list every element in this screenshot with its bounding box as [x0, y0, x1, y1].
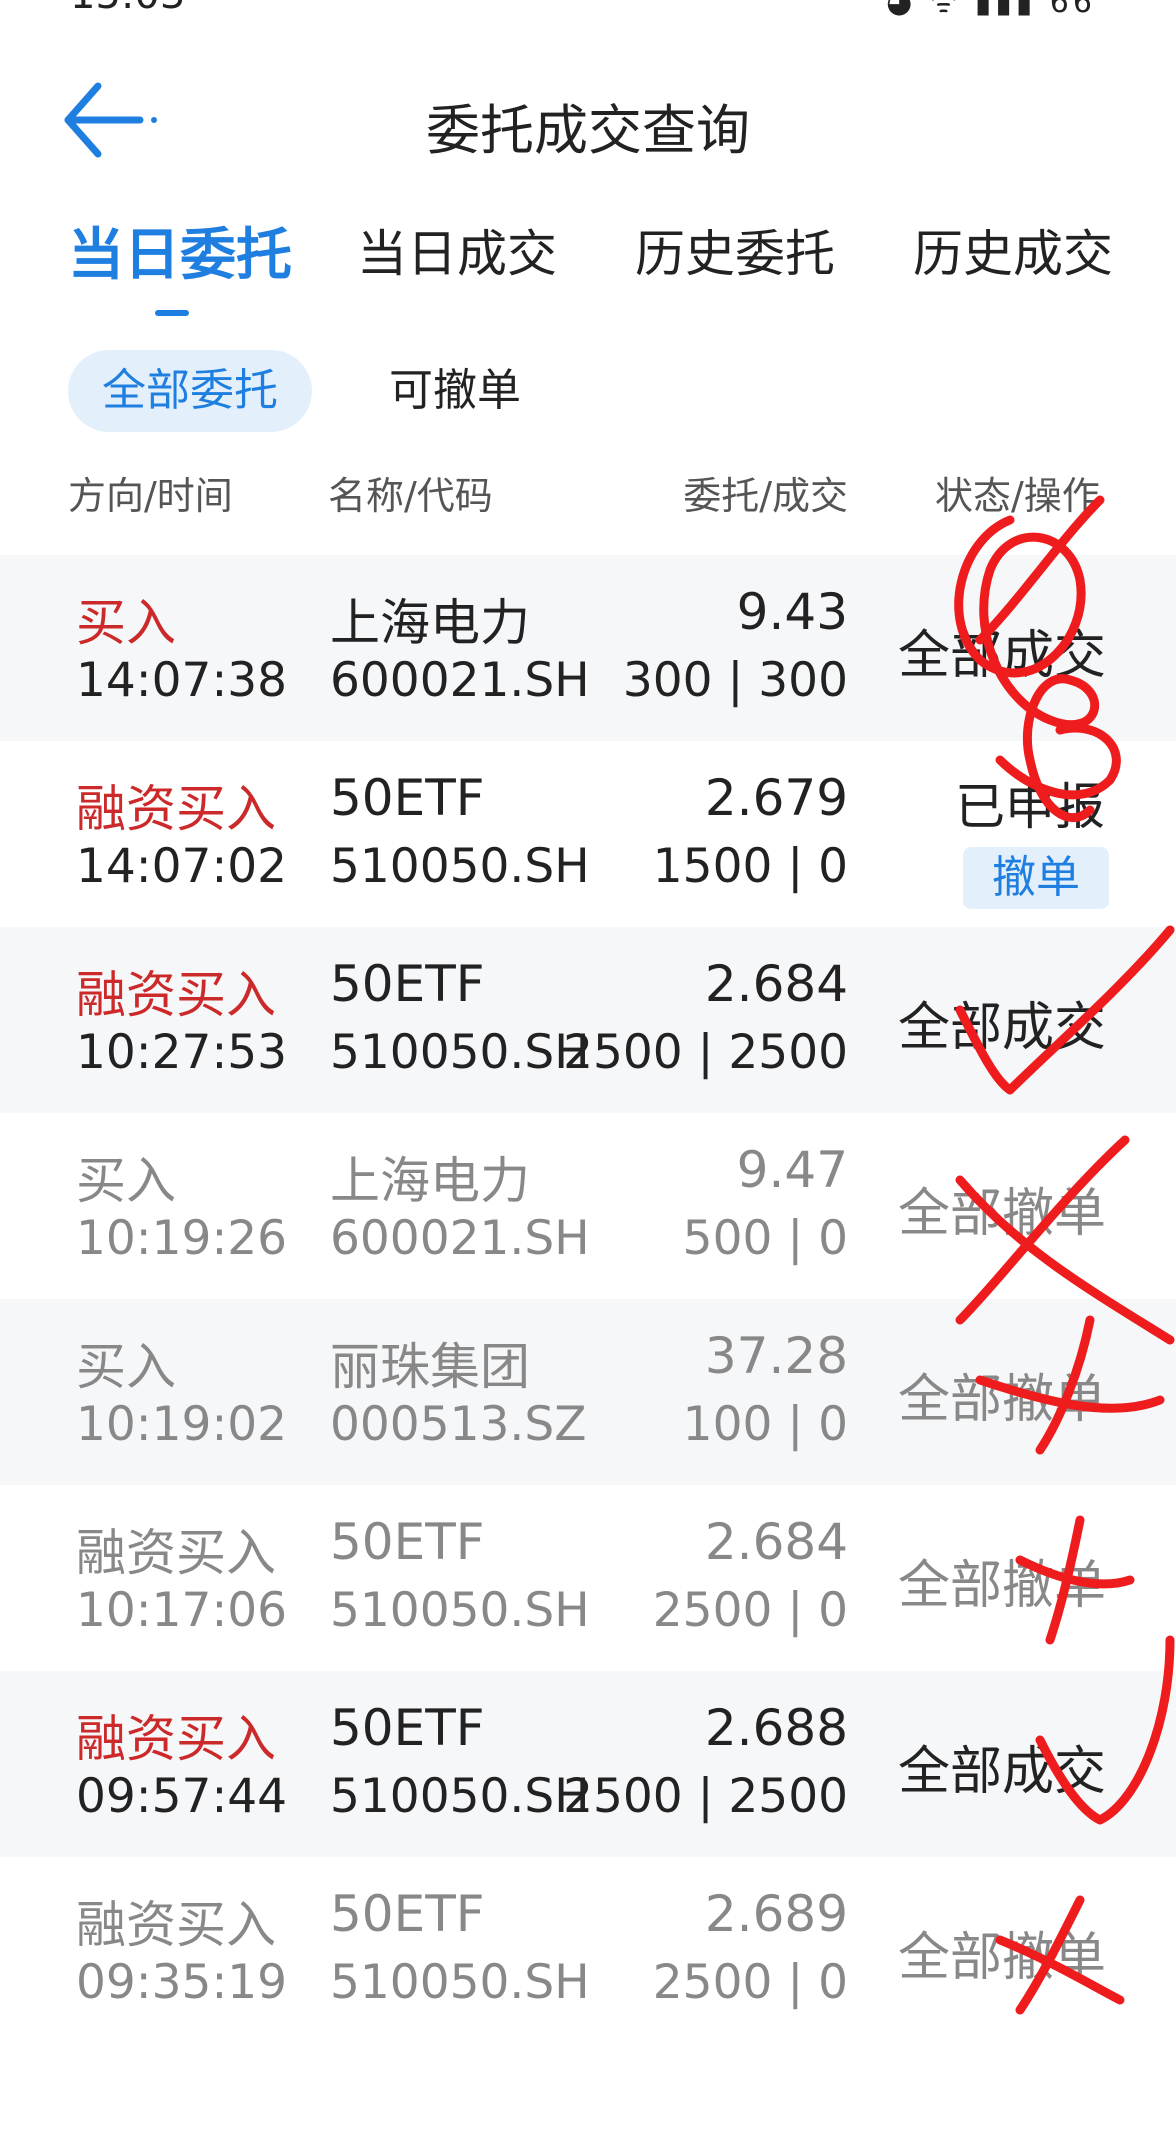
stock-name: 50ETF: [330, 1885, 485, 1943]
order-price: 2.688: [704, 1699, 848, 1757]
stock-code: 510050.SH: [330, 1025, 590, 1080]
stock-name: 50ETF: [330, 955, 485, 1013]
direction: 融资买入: [76, 1524, 276, 1582]
col-name-code: 名称/代码: [328, 474, 493, 518]
stock-code: 510050.SH: [330, 1769, 590, 1824]
direction: 融资买入: [76, 966, 276, 1024]
stock-code: 510050.SH: [330, 1583, 590, 1638]
table-row[interactable]: 融资买入 09:35:19 50ETF 510050.SH 2.689 2500…: [0, 1857, 1176, 2043]
tab-history-deals[interactable]: 历史成交: [913, 214, 1113, 286]
order-time: 10:27:53: [76, 1025, 288, 1080]
stock-name: 50ETF: [330, 769, 485, 827]
direction: 买入: [76, 1152, 176, 1210]
stock-name: 上海电力: [330, 594, 530, 652]
stock-code: 510050.SH: [330, 1955, 590, 2010]
order-time: 14:07:02: [76, 839, 288, 894]
col-order-deal: 委托/成交: [683, 474, 848, 518]
order-status: 全部撤单: [898, 1556, 1107, 1616]
filter-bar: 全部委托 可撤单: [0, 350, 1176, 440]
table-row[interactable]: 融资买入 10:17:06 50ETF 510050.SH 2.684 2500…: [0, 1485, 1176, 1671]
order-time: 09:57:44: [76, 1769, 288, 1824]
tab-today-orders[interactable]: 当日委托: [68, 210, 292, 291]
table-row[interactable]: 买入 10:19:26 上海电力 600021.SH 9.47 500 | 0 …: [0, 1113, 1176, 1299]
header: 委托成交查询: [0, 60, 1176, 180]
order-status: 全部撤单: [898, 1184, 1107, 1244]
order-qty: 2500 | 2500: [563, 1025, 848, 1080]
order-time: 14:07:38: [76, 653, 288, 708]
stock-code: 600021.SH: [330, 1211, 590, 1266]
order-price: 37.28: [704, 1327, 848, 1385]
order-status: 全部撤单: [898, 1928, 1107, 1988]
cancel-order-button[interactable]: 撤单: [963, 847, 1109, 909]
order-time: 10:19:02: [76, 1397, 288, 1452]
page-title: 委托成交查询: [426, 99, 750, 162]
filter-cancelable[interactable]: 可撤单: [355, 350, 555, 432]
table-row[interactable]: 融资买入 10:27:53 50ETF 510050.SH 2.684 2500…: [0, 927, 1176, 1113]
direction: 买入: [76, 594, 176, 652]
direction: 买入: [76, 1338, 176, 1396]
stock-code: 000513.SZ: [330, 1397, 587, 1452]
stock-name: 50ETF: [330, 1513, 485, 1571]
tab-history-orders[interactable]: 历史委托: [635, 214, 835, 286]
order-price: 2.679: [704, 769, 848, 827]
tab-today-deals[interactable]: 当日成交: [357, 214, 557, 286]
col-dir-time: 方向/时间: [68, 474, 233, 518]
filter-all-orders[interactable]: 全部委托: [68, 350, 312, 432]
order-price: 9.43: [736, 583, 848, 641]
direction: 融资买入: [76, 1896, 276, 1954]
order-status: 全部成交: [898, 1742, 1107, 1802]
stock-code: 600021.SH: [330, 653, 590, 708]
order-status: 全部撤单: [898, 1370, 1107, 1430]
order-qty: 2500 | 2500: [563, 1769, 848, 1824]
column-header: 方向/时间 名称/代码 委托/成交 状态/操作: [0, 465, 1176, 525]
col-status-action: 状态/操作: [935, 474, 1100, 518]
order-status: 全部成交: [898, 998, 1107, 1058]
order-time: 10:19:26: [76, 1211, 288, 1266]
active-tab-indicator: [155, 310, 189, 316]
order-qty: 300 | 300: [622, 653, 848, 708]
order-time: 10:17:06: [76, 1583, 288, 1638]
order-price: 2.684: [704, 1513, 848, 1571]
order-status: 已申报: [955, 778, 1105, 836]
order-status: 全部成交: [898, 626, 1107, 686]
order-price: 9.47: [736, 1141, 848, 1199]
order-qty: 100 | 0: [682, 1397, 848, 1452]
stock-name: 上海电力: [330, 1152, 530, 1210]
table-row[interactable]: 买入 10:19:02 丽珠集团 000513.SZ 37.28 100 | 0…: [0, 1299, 1176, 1485]
order-qty: 1500 | 0: [652, 839, 848, 894]
order-qty: 500 | 0: [682, 1211, 848, 1266]
status-time: 15:03: [70, 0, 185, 18]
order-qty: 2500 | 0: [652, 1583, 848, 1638]
order-price: 2.684: [704, 955, 848, 1013]
stock-code: 510050.SH: [330, 839, 590, 894]
table-row[interactable]: 买入 14:07:38 上海电力 600021.SH 9.43 300 | 30…: [0, 555, 1176, 741]
status-bar: 15:03 ◕ ᯤ ▮▮▮ 66: [0, 0, 1176, 20]
order-qty: 2500 | 0: [652, 1955, 848, 2010]
direction: 融资买入: [76, 780, 276, 838]
stock-name: 50ETF: [330, 1699, 485, 1757]
order-price: 2.689: [704, 1885, 848, 1943]
status-indicators: ◕ ᯤ ▮▮▮ 66: [886, 0, 1096, 20]
tab-bar: 当日委托 当日成交 历史委托 历史成交: [0, 200, 1176, 330]
stock-name: 丽珠集团: [330, 1338, 530, 1396]
direction: 融资买入: [76, 1710, 276, 1768]
table-row[interactable]: 融资买入 14:07:02 50ETF 510050.SH 2.679 1500…: [0, 741, 1176, 927]
order-time: 09:35:19: [76, 1955, 288, 2010]
table-row[interactable]: 融资买入 09:57:44 50ETF 510050.SH 2.688 2500…: [0, 1671, 1176, 1857]
